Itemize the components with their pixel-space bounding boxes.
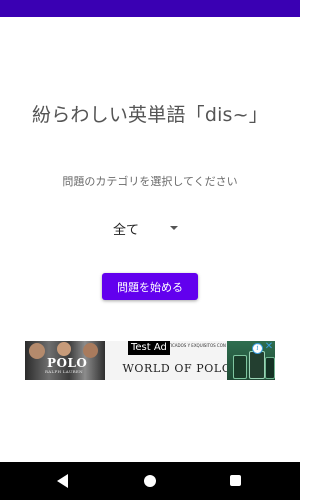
start-quiz-button[interactable]: 問題を始める xyxy=(102,273,198,300)
page-title: 紛らわしい英単語「dis~」 xyxy=(32,104,268,126)
test-ad-label: Test Ad xyxy=(128,341,170,355)
navigation-bar xyxy=(0,462,300,500)
ad-image-models: POLO RALPH LAUREN xyxy=(25,341,105,380)
ad-headline: WORLD OF POLO xyxy=(122,362,232,375)
ad-brand-logo: POLO xyxy=(47,356,88,370)
home-icon[interactable] xyxy=(144,475,156,487)
close-icon[interactable]: ✕ xyxy=(264,342,274,352)
category-dropdown[interactable]: 全て xyxy=(108,215,184,241)
status-bar xyxy=(0,0,300,17)
dropdown-arrow-icon xyxy=(170,226,178,230)
recents-icon[interactable] xyxy=(230,475,241,486)
ad-brand-subtitle: RALPH LAUREN xyxy=(45,369,83,374)
category-dropdown-value: 全て xyxy=(113,222,140,238)
category-prompt: 問題のカテゴリを選択してください xyxy=(62,175,238,188)
back-icon[interactable] xyxy=(57,474,68,488)
info-icon[interactable]: i xyxy=(252,343,263,354)
